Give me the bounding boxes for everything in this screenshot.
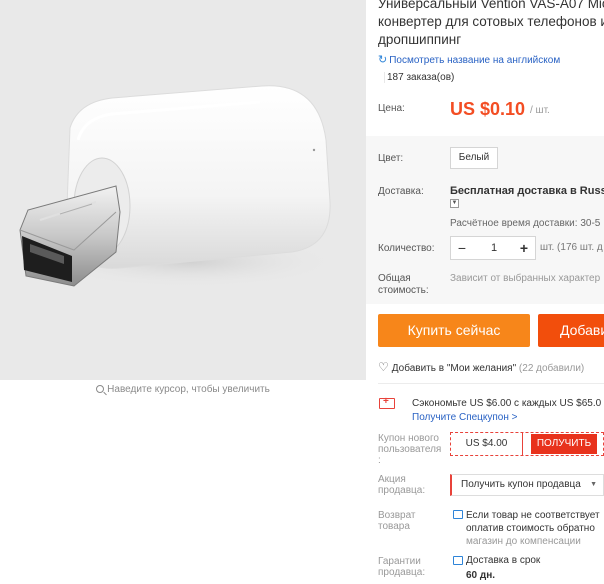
- zoom-hint-text: Наведите курсор, чтобы увеличить: [107, 384, 270, 395]
- guarantee-text: Доставка в срок: [466, 555, 541, 566]
- quantity-label: Количество:: [378, 243, 435, 254]
- wishlist-count: (22 добавили): [518, 363, 585, 374]
- color-label: Цвет:: [378, 153, 404, 164]
- shipping-dropdown-icon[interactable]: ▼: [450, 199, 459, 208]
- otg-adapter-image: [19, 85, 340, 288]
- translate-link-text[interactable]: Посмотреть название на английском: [389, 55, 560, 66]
- label-line: Акция: [378, 474, 406, 485]
- return-line: магазин до компенсации: [466, 536, 581, 547]
- product-details: Универсальный Vention VAS-A07 Micro конв…: [366, 0, 604, 584]
- magnifier-icon: [96, 385, 105, 393]
- zoom-hint: Наведите курсор, чтобы увеличить: [0, 384, 366, 395]
- total-label-line: стоимость:: [378, 285, 429, 296]
- coupon-icon: [379, 396, 395, 409]
- label-line: пользователя: [378, 444, 442, 455]
- product-title: Универсальный Vention VAS-A07 Micro конв…: [378, 0, 604, 49]
- label-line: Гарантии: [378, 556, 421, 567]
- orders-count: 187 заказа(ов): [384, 72, 454, 83]
- coupon-value: US $4.00: [451, 433, 523, 455]
- quantity-input[interactable]: 1: [473, 237, 515, 259]
- return-line: оплатив стоимость обратно: [466, 523, 595, 534]
- translate-icon: ↻: [378, 54, 388, 66]
- return-line: Если товар не соответствует: [466, 510, 600, 521]
- delivery-guarantee-icon: [453, 556, 463, 565]
- label-line: Купон нового: [378, 433, 439, 444]
- return-label: Возврат товара: [378, 510, 416, 532]
- product-image[interactable]: [0, 0, 366, 380]
- title-line: конвертер для сотовых телефонов ин: [378, 14, 604, 29]
- get-special-coupon-link[interactable]: Получите Спецкупон >: [412, 412, 518, 423]
- label-line: Возврат: [378, 510, 416, 521]
- return-policy-text: Если товар не соответствует оплатив стои…: [466, 509, 600, 548]
- total-label-line: Общая: [378, 273, 411, 284]
- buy-now-button[interactable]: Купить сейчас: [378, 314, 530, 347]
- seller-coupon-dropdown[interactable]: Получить купон продавца ▼: [450, 474, 604, 496]
- caret-down-icon: ▼: [590, 481, 597, 488]
- color-option-white[interactable]: Белый: [450, 147, 498, 169]
- quantity-stepper: − 1 +: [450, 236, 536, 260]
- shipping-label: Доставка:: [378, 186, 424, 197]
- guarantee-label: Гарантии продавца:: [378, 556, 425, 578]
- coupon-save-text: Сэкономьте US $6.00 с каждых US $65.0: [412, 398, 602, 409]
- add-to-wishlist-link[interactable]: ♡ Добавить в "Мои желания" (22 добавили): [378, 360, 584, 374]
- total-value: Зависит от выбранных характер: [450, 273, 601, 284]
- quantity-increase-button[interactable]: +: [513, 237, 535, 259]
- price-unit: / шт.: [530, 105, 550, 116]
- label-line: продавца:: [378, 485, 426, 496]
- stock-info: шт. (176 шт. д: [540, 242, 603, 253]
- delivery-time: Расчётное время доставки: 30-5: [450, 218, 601, 229]
- total-label: Общая стоимость:: [378, 273, 429, 297]
- price-label: Цена:: [378, 103, 405, 114]
- get-coupon-button[interactable]: ПОЛУЧИТЬ: [531, 434, 597, 454]
- heart-icon: ♡: [378, 360, 389, 374]
- title-line: Универсальный Vention VAS-A07 Micro: [378, 0, 604, 11]
- guarantee-days: 60 дн.: [466, 570, 496, 581]
- seller-coupon-text[interactable]: Получить купон продавца: [461, 479, 581, 490]
- quantity-decrease-button[interactable]: −: [451, 237, 473, 259]
- divider: [378, 383, 604, 384]
- return-policy-icon: [453, 510, 463, 519]
- new-user-coupon: US $4.00 ПОЛУЧИТЬ: [450, 432, 604, 456]
- product-gallery: Наведите курсор, чтобы увеличить: [0, 0, 366, 584]
- price-value: US $0.10: [450, 99, 526, 119]
- wishlist-text[interactable]: Добавить в "Мои желания": [392, 363, 516, 374]
- label-line: продавца:: [378, 567, 426, 578]
- label-line: товара: [378, 521, 410, 532]
- shipping-value[interactable]: Бесплатная доставка в Russian: [450, 185, 604, 197]
- new-user-coupon-label: Купон нового пользователя :: [378, 433, 441, 466]
- add-to-cart-button[interactable]: Добави: [538, 314, 604, 347]
- label-line: :: [378, 455, 381, 466]
- seller-promo-label: Акция продавца:: [378, 474, 425, 496]
- translate-title-link[interactable]: ↻ Посмотреть название на английском: [378, 53, 560, 66]
- title-line: дропшиппинг: [378, 32, 462, 47]
